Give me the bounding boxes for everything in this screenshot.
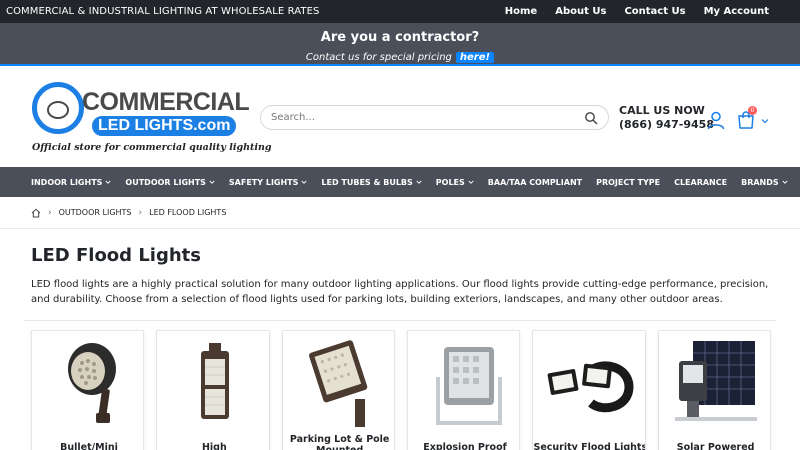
search-bar — [260, 105, 609, 130]
chevron-down-icon[interactable] — [761, 117, 769, 125]
nav-item-safety-lights[interactable]: SAFETY LIGHTS — [229, 178, 307, 187]
category-label: Bullet/Mini — [60, 442, 118, 450]
nav-item-label: POLES — [435, 177, 465, 187]
top-link-contact[interactable]: Contact Us — [615, 6, 694, 17]
category-grid: Bullet/Mini High Powered/Stadium — [31, 330, 771, 450]
chevron-down-icon — [209, 180, 215, 184]
security-flood-light-image — [547, 361, 634, 413]
solar-flood-light-image — [674, 341, 757, 421]
home-icon[interactable] — [31, 208, 41, 218]
logo-bulb-icon — [32, 82, 84, 134]
category-card-parking-lot[interactable]: Parking Lot & Pole Mounted — [281, 330, 395, 450]
phone-number[interactable]: (866) 947-9458 — [619, 118, 714, 131]
nav-item-label: INDOOR LIGHTS — [31, 177, 103, 187]
chevron-down-icon — [105, 180, 111, 184]
call-label: CALL US NOW — [619, 104, 705, 117]
top-link-about[interactable]: About Us — [546, 6, 615, 17]
top-tagline: COMMERCIAL & INDUSTRIAL LIGHTING AT WHOL… — [6, 6, 320, 17]
nav-item-project-type[interactable]: PROJECT TYPE — [596, 178, 660, 187]
category-label: Explosion Proof — [423, 442, 507, 450]
nav-item-label: BAA/TAA COMPLIANT — [487, 177, 583, 187]
parking-lot-light-image — [308, 340, 367, 427]
main-nav: INDOOR LIGHTS OUTDOOR LIGHTS SAFETY LIGHTS… — [0, 167, 800, 197]
logo-tagline: Official store for commercial quality li… — [32, 142, 272, 153]
nav-item-brands[interactable]: BRANDS — [741, 178, 788, 187]
breadcrumb-separator-icon: › — [138, 207, 143, 218]
chevron-down-icon — [782, 180, 788, 184]
cart-count-badge: 0 — [748, 106, 757, 115]
nav-item-indoor-lights[interactable]: INDOOR LIGHTS — [31, 178, 111, 187]
explosion-proof-light-image — [435, 347, 502, 425]
category-card-solar[interactable]: Solar Powered — [657, 330, 771, 450]
category-card-explosion-proof[interactable]: Explosion Proof — [406, 330, 521, 450]
category-card-security[interactable]: Security Flood Lights — [532, 330, 646, 450]
nav-item-label: CLEARANCE — [674, 177, 728, 187]
banner-subtitle: Contact us for special pricing — [305, 52, 452, 63]
contractor-banner: Are you a contractor? Contact us for spe… — [0, 23, 800, 66]
page-description: LED flood lights are a highly practical … — [31, 279, 769, 305]
nav-item-label: LED TUBES & BULBS — [321, 177, 413, 187]
banner-here-link[interactable]: here! — [455, 52, 495, 63]
top-bar: COMMERCIAL & INDUSTRIAL LIGHTING AT WHOL… — [0, 0, 800, 23]
section-divider — [24, 320, 776, 321]
top-link-home[interactable]: Home — [496, 6, 546, 17]
category-label: Parking Lot & Pole Mounted — [289, 434, 390, 450]
nav-item-poles[interactable]: POLES — [436, 178, 474, 187]
category-label: Security Flood Lights — [533, 442, 646, 450]
call-us: CALL US NOW (866) 947-9458 — [619, 104, 714, 131]
nav-item-label: BRANDS — [741, 177, 779, 187]
top-link-account[interactable]: My Account — [695, 6, 794, 17]
logo-word-commercial: COMMERCIAL — [82, 88, 250, 116]
search-input[interactable] — [271, 112, 571, 123]
breadcrumb-outdoor-lights[interactable]: OUTDOOR LIGHTS — [59, 208, 132, 217]
bullet-flood-light-image — [68, 343, 116, 423]
nav-item-label: OUTDOOR LIGHTS — [125, 177, 206, 187]
nav-item-outdoor-lights[interactable]: OUTDOOR LIGHTS — [125, 178, 215, 187]
nav-item-label: SAFETY LIGHTS — [228, 177, 299, 187]
category-card-high-powered[interactable]: High Powered/Stadium — [156, 330, 270, 450]
logo-word-led: LED LIGHTS.com — [92, 116, 237, 136]
search-icon[interactable] — [584, 111, 598, 125]
user-icon[interactable] — [706, 110, 726, 130]
chevron-down-icon — [416, 180, 422, 184]
nav-item-label: PROJECT TYPE — [596, 177, 661, 187]
nav-item-baa-taa-compliant[interactable]: BAA/TAA COMPLIANT — [488, 178, 582, 187]
category-card-bullet[interactable]: Bullet/Mini — [31, 330, 145, 450]
breadcrumb-separator-icon: › — [48, 207, 52, 218]
breadcrumb-led-flood-lights: LED FLOOD LIGHTS — [149, 208, 227, 217]
chevron-down-icon — [468, 180, 474, 184]
nav-item-led-tubes-bulbs[interactable]: LED TUBES & BULBS — [321, 177, 422, 187]
category-label: High Powered/Stadium — [201, 442, 227, 450]
banner-title: Are you a contractor? — [320, 30, 480, 45]
site-header: COMMERCIAL LED LIGHTS.com Official store… — [0, 66, 800, 167]
category-label: Solar Powered — [676, 442, 755, 450]
nav-item-clearance[interactable]: CLEARANCE — [674, 178, 727, 187]
chevron-down-icon — [301, 180, 307, 184]
breadcrumb: › OUTDOOR LIGHTS › LED FLOOD LIGHTS — [0, 197, 800, 229]
stadium-light-image — [201, 343, 230, 419]
top-links: Home About Us Contact Us My Account — [496, 6, 794, 17]
page-title: LED Flood Lights — [31, 245, 201, 266]
site-logo[interactable]: COMMERCIAL LED LIGHTS.com Official store… — [30, 78, 272, 154]
